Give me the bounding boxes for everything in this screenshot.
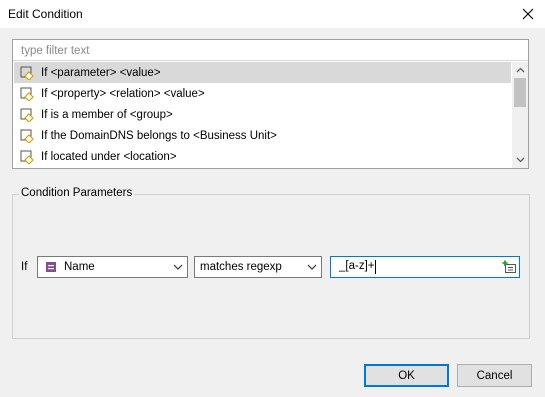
condition-filter-panel: If <parameter> <value> If <property> <re… bbox=[12, 39, 529, 169]
group-title: Condition Parameters bbox=[19, 187, 135, 199]
value-input[interactable]: _[a-z]+ bbox=[330, 256, 520, 278]
scroll-up-button[interactable] bbox=[512, 63, 528, 77]
value-text: _[a-z]+ bbox=[339, 260, 375, 272]
scroll-up-icon bbox=[516, 67, 524, 73]
chevron-down-icon bbox=[306, 261, 318, 273]
close-button[interactable] bbox=[517, 4, 539, 24]
scrollbar-thumb[interactable] bbox=[514, 78, 526, 107]
list-item-label: If the DomainDNS belongs to <Business Un… bbox=[41, 129, 277, 142]
dialog-title: Edit Condition bbox=[8, 7, 83, 21]
list-item-label: If located under <location> bbox=[41, 150, 177, 163]
list-item-parameter-value[interactable]: If <parameter> <value> bbox=[14, 62, 511, 83]
condition-list-scrollbar[interactable] bbox=[512, 62, 528, 168]
condition-icon bbox=[20, 87, 34, 101]
list-item-member-of-group[interactable]: If is a member of <group> bbox=[14, 104, 511, 125]
condition-icon bbox=[20, 66, 34, 80]
chevron-down-icon bbox=[172, 261, 184, 273]
if-label: If bbox=[21, 261, 28, 273]
close-icon bbox=[522, 8, 534, 20]
insert-parameter-button[interactable] bbox=[501, 259, 517, 275]
parameter-icon bbox=[46, 262, 56, 272]
parameter-value: Name bbox=[64, 261, 95, 273]
text-caret bbox=[375, 260, 376, 274]
operator-value: matches regexp bbox=[200, 261, 282, 273]
list-item-label: If <parameter> <value> bbox=[41, 66, 161, 79]
scroll-down-icon bbox=[516, 157, 524, 163]
parameter-dropdown[interactable]: Name bbox=[37, 256, 188, 278]
cancel-button[interactable]: Cancel bbox=[457, 364, 532, 387]
list-item-located-under[interactable]: If located under <location> bbox=[14, 146, 511, 167]
condition-icon bbox=[20, 108, 34, 122]
list-item-property-relation[interactable]: If <property> <relation> <value> bbox=[14, 83, 511, 104]
title-bar: Edit Condition bbox=[0, 0, 545, 28]
operator-dropdown[interactable]: matches regexp bbox=[194, 256, 322, 278]
filter-input[interactable] bbox=[13, 40, 528, 61]
insert-parameter-icon bbox=[502, 260, 516, 273]
list-item-label: If is a member of <group> bbox=[41, 108, 173, 121]
condition-icon bbox=[20, 150, 34, 164]
list-item-domaindns-business-unit[interactable]: If the DomainDNS belongs to <Business Un… bbox=[14, 125, 511, 146]
list-item-label: If <property> <relation> <value> bbox=[41, 87, 205, 100]
condition-icon bbox=[20, 129, 34, 143]
condition-list: If <parameter> <value> If <property> <re… bbox=[14, 62, 511, 168]
scroll-down-button[interactable] bbox=[512, 153, 528, 167]
ok-button[interactable]: OK bbox=[364, 364, 449, 387]
